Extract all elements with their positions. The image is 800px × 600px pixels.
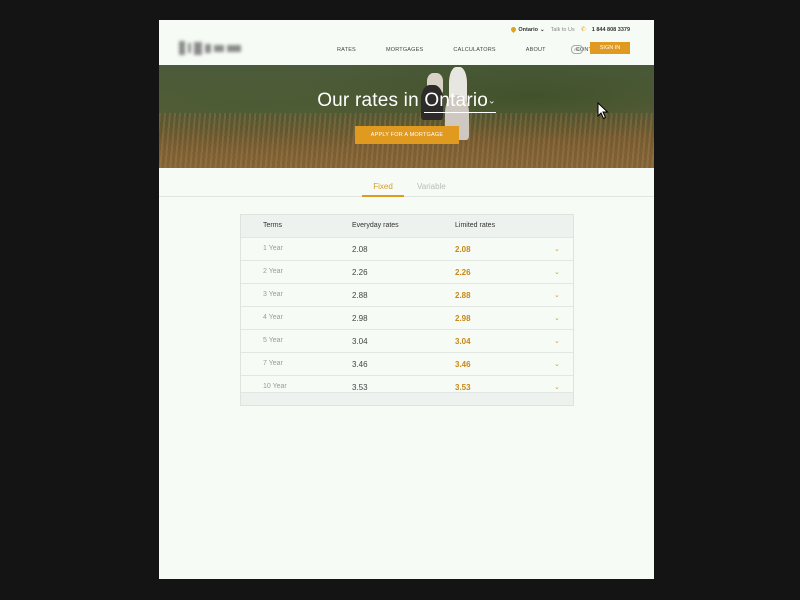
header-terms: Terms [263,222,283,229]
limited-rate-cell: 2.26 [455,268,471,277]
hero-title: Our rates in Ontario⌄ [159,90,654,113]
everyday-rate-cell: 3.04 [352,337,368,346]
rate-type-tabs: Fixed Variable [159,168,654,197]
apply-mortgage-button[interactable]: APPLY FOR A MORTGAGE [355,126,459,144]
nav-calculators[interactable]: CALCULATORS [453,47,495,53]
hero-location: Ontario [424,90,489,111]
table-row[interactable]: 3 Year 2.88 2.88 ⌄ [241,283,573,306]
table-footer [241,392,573,405]
site-header: Ontario ⌄ Talk to Us ✆ 1 844 808 3379 RA… [159,20,654,64]
location-pin-icon [510,25,518,34]
language-toggle[interactable]: FR [571,45,583,54]
everyday-rate-cell: 2.08 [352,245,368,254]
region-selector[interactable]: Ontario ⌄ [510,25,545,34]
phone-icon: ✆ [580,27,586,33]
logo[interactable] [179,40,251,56]
hero-location-selector[interactable]: Ontario⌄ [424,90,496,113]
talk-label: Talk to Us [550,26,575,33]
hero-banner: Our rates in Ontario⌄ APPLY FOR A MORTGA… [159,65,654,168]
everyday-rate-cell: 2.26 [352,268,368,277]
rates-table: Terms Everyday rates Limited rates 1 Yea… [240,214,574,406]
table-header: Terms Everyday rates Limited rates [241,215,573,237]
utility-bar: Ontario ⌄ Talk to Us ✆ 1 844 808 3379 [510,25,630,34]
chevron-down-icon: ⌄ [488,95,496,106]
header-everyday: Everyday rates [352,222,399,229]
table-row[interactable]: 2 Year 2.26 2.26 ⌄ [241,260,573,283]
chevron-down-icon[interactable]: ⌄ [554,291,560,299]
table-row[interactable]: 7 Year 3.46 3.46 ⌄ [241,352,573,375]
web-page: Ontario ⌄ Talk to Us ✆ 1 844 808 3379 RA… [159,20,654,579]
chevron-down-icon[interactable]: ⌄ [554,360,560,368]
cursor-icon [597,102,609,120]
limited-rate-cell: 2.88 [455,291,471,300]
limited-rate-cell: 2.98 [455,314,471,323]
limited-rate-cell: 3.46 [455,360,471,369]
term-cell: 1 Year [263,245,283,252]
term-cell: 3 Year [263,291,283,298]
everyday-rate-cell: 3.46 [352,360,368,369]
chevron-down-icon[interactable]: ⌄ [554,314,560,322]
header-limited: Limited rates [455,222,496,229]
hero-title-prefix: Our rates in [317,90,425,111]
tab-variable[interactable]: Variable [417,182,446,191]
chevron-down-icon[interactable]: ⌄ [554,245,560,253]
limited-rate-cell: 3.04 [455,337,471,346]
term-cell: 7 Year [263,360,283,367]
everyday-rate-cell: 3.53 [352,383,368,392]
term-cell: 4 Year [263,314,283,321]
nav-rates[interactable]: RATES [337,47,356,53]
term-cell: 10 Year [263,383,287,390]
table-row[interactable]: 4 Year 2.98 2.98 ⌄ [241,306,573,329]
chevron-down-icon[interactable]: ⌄ [554,268,560,276]
main-nav: RATES MORTGAGES CALCULATORS ABOUT CONTAC… [337,47,633,53]
everyday-rate-cell: 2.88 [352,291,368,300]
sign-in-button[interactable]: SIGN IN [590,42,630,54]
table-row[interactable]: 5 Year 3.04 3.04 ⌄ [241,329,573,352]
term-cell: 5 Year [263,337,283,344]
phone-number[interactable]: 1 844 808 3379 [592,27,630,33]
chevron-down-icon[interactable]: ⌄ [554,337,560,345]
nav-about[interactable]: ABOUT [526,47,546,53]
region-label: Ontario [518,26,538,33]
table-row[interactable]: 1 Year 2.08 2.08 ⌄ [241,237,573,260]
term-cell: 2 Year [263,268,283,275]
limited-rate-cell: 2.08 [455,245,471,254]
everyday-rate-cell: 2.98 [352,314,368,323]
tab-fixed[interactable]: Fixed [362,182,404,197]
nav-mortgages[interactable]: MORTGAGES [386,47,423,53]
chevron-down-icon[interactable]: ⌄ [554,383,560,391]
chevron-down-icon: ⌄ [539,26,545,33]
limited-rate-cell: 3.53 [455,383,471,392]
